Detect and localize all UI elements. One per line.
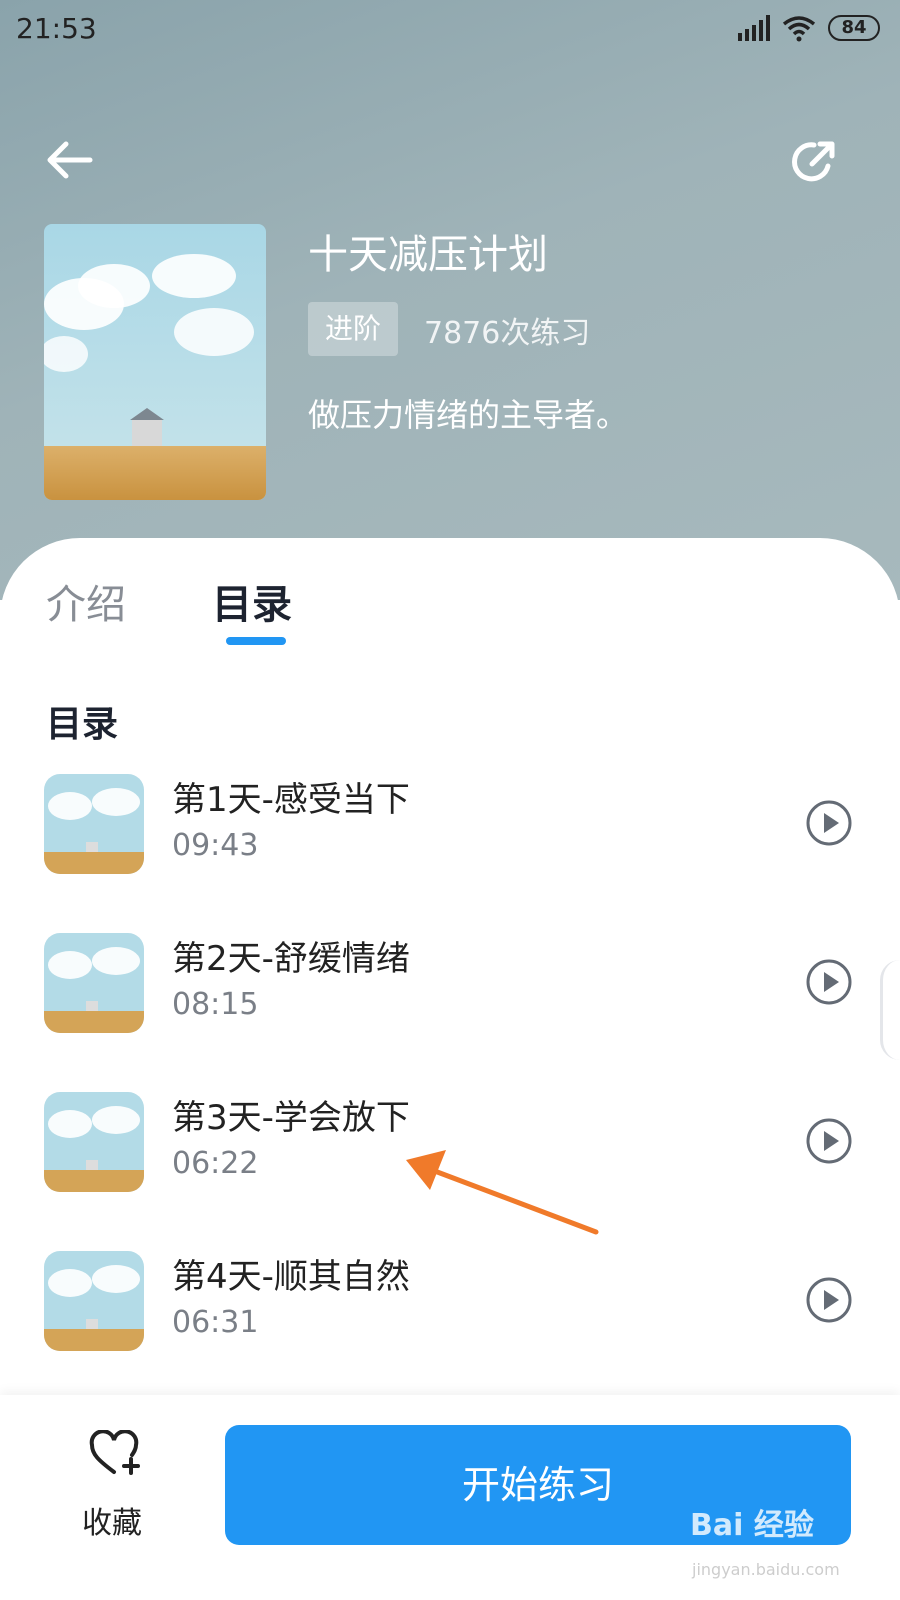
watermark-logo: Bai 经验 [690,1508,814,1543]
tab-catalog[interactable]: 目录 [212,572,292,630]
plan-description: 做压力情绪的主导者。 [308,396,629,434]
watermark-url: jingyan.baidu.com [692,1560,840,1579]
lesson-thumbnail [44,774,144,874]
plan-title: 十天减压计划 [308,232,548,278]
play-icon[interactable] [806,1118,852,1164]
section-title: 目录 [46,704,119,745]
signal-icon [738,15,770,41]
active-tab-indicator [226,637,286,645]
status-icons: 84 [738,14,880,42]
lesson-title: 第4天-顺其自然 [172,1257,410,1297]
play-icon[interactable] [806,800,852,846]
lesson-thumbnail [44,1251,144,1351]
lesson-title: 第1天-感受当下 [172,780,410,820]
status-time: 21:53 [16,12,97,45]
back-arrow-icon[interactable] [44,138,94,182]
lesson-duration: 09:43 [172,828,259,863]
wifi-icon [782,16,816,42]
tab-intro[interactable]: 介绍 [46,572,126,630]
lesson-item[interactable]: 第1天-感受当下 09:43 [0,774,900,904]
play-icon[interactable] [806,959,852,1005]
scroll-edge-indicator [880,960,900,1060]
lesson-thumbnail [44,1092,144,1192]
status-bar: 21:53 84 [0,0,900,60]
favorite-label: 收藏 [82,1506,142,1541]
plan-cover-image [44,224,266,500]
share-icon[interactable] [788,136,840,188]
lesson-item[interactable]: 第4天-顺其自然 06:31 [0,1251,900,1381]
lesson-thumbnail [44,933,144,1033]
lesson-item[interactable]: 第2天-舒缓情绪 08:15 [0,933,900,1063]
lesson-title: 第3天-学会放下 [172,1098,410,1138]
favorite-button[interactable]: 收藏 [60,1430,170,1541]
lesson-duration: 08:15 [172,987,259,1022]
practice-count: 7876次练习 [424,316,591,351]
battery-icon: 84 [828,15,880,41]
heart-plus-icon [89,1430,140,1475]
play-icon[interactable] [806,1277,852,1323]
level-badge: 进阶 [308,302,398,356]
lesson-duration: 06:22 [172,1146,259,1181]
lesson-item[interactable]: 第3天-学会放下 06:22 [0,1092,900,1222]
lesson-title: 第2天-舒缓情绪 [172,939,410,979]
lesson-duration: 06:31 [172,1305,259,1340]
